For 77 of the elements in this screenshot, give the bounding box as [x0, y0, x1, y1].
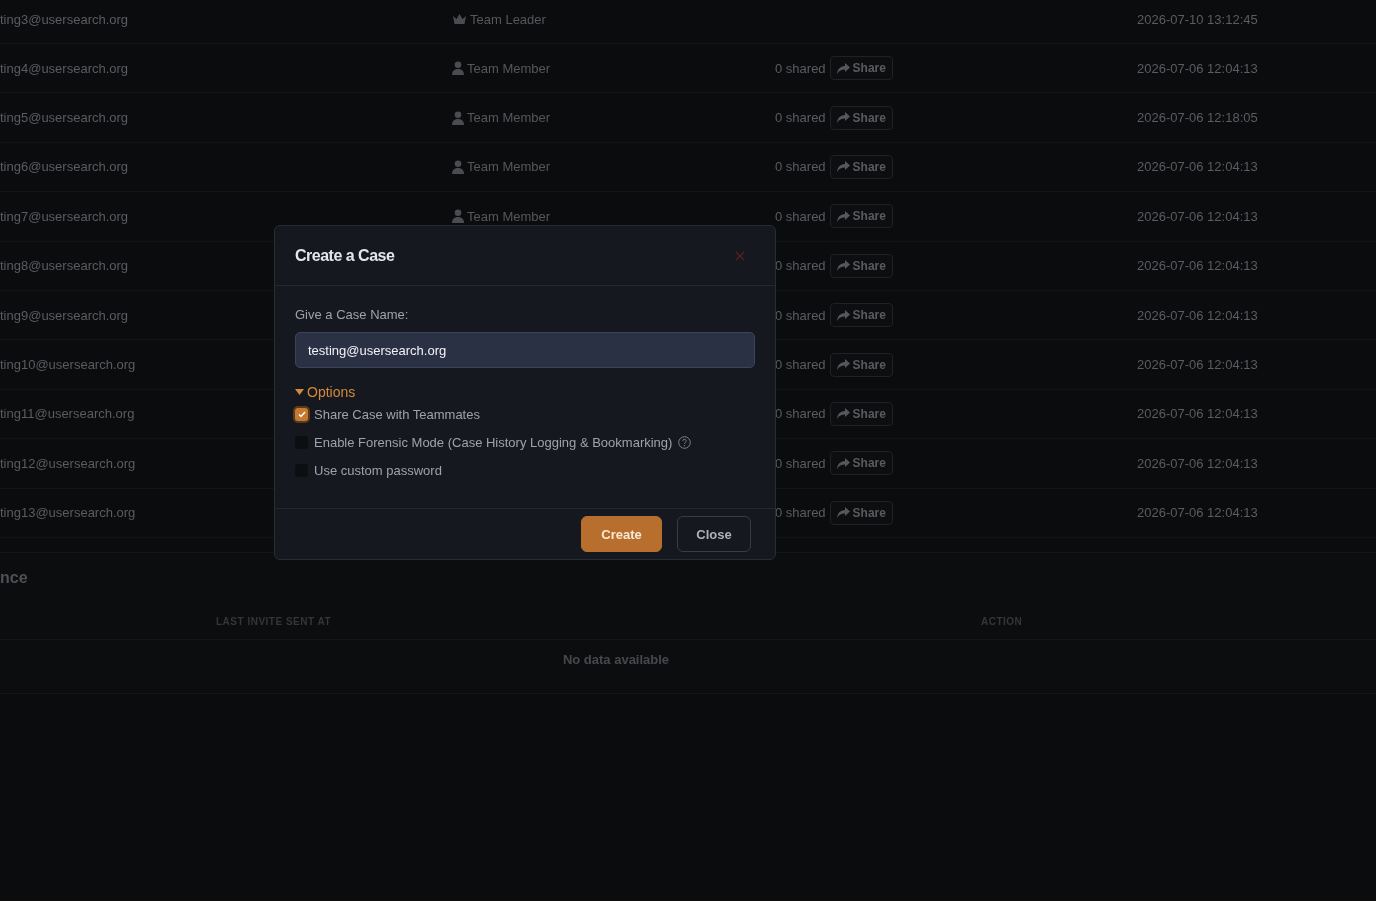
shared-count: 0 shared	[775, 110, 826, 126]
date-cell: 2026-07-06 12:04:13	[1137, 258, 1258, 274]
date-cell: 2026-07-06 12:04:13	[1137, 60, 1258, 76]
email-cell: ting10@usersearch.org	[0, 357, 136, 373]
create-button[interactable]: Create	[581, 516, 662, 552]
share-icon	[836, 408, 850, 420]
date-cell: 2026-07-06 12:04:13	[1137, 455, 1258, 471]
email-cell: ting7@usersearch.org	[0, 208, 129, 224]
email-cell: ting11@usersearch.org	[0, 406, 135, 422]
option-label: Use custom password	[314, 462, 442, 478]
date-cell: 2026-07-06 12:04:13	[1137, 208, 1258, 224]
shared-count: 0 shared	[775, 159, 826, 175]
share-button[interactable]: Share	[829, 105, 893, 130]
caret-icon	[295, 389, 304, 395]
case-name-field[interactable]: testing@usersearch.org	[295, 332, 755, 368]
share-icon	[836, 62, 850, 74]
date-cell: 2026-07-06 12:04:13	[1137, 505, 1258, 521]
options-toggle[interactable]: Options	[295, 384, 356, 400]
email-cell: ting3@usersearch.org	[0, 11, 129, 27]
share-button[interactable]: Share	[829, 352, 893, 377]
person-icon	[452, 159, 464, 174]
shared-count: 0 shared	[775, 60, 826, 76]
shared-count: 0 shared	[775, 307, 826, 323]
date-cell: 2026-07-06 12:18:05	[1137, 110, 1258, 126]
date-cell: 2026-07-06 12:04:13	[1137, 406, 1258, 422]
date-cell: 2026-07-06 12:04:13	[1137, 307, 1258, 323]
role-label: Team Member	[467, 159, 551, 175]
share-icon	[836, 309, 850, 321]
date-cell: 2026-07-10 13:12:45	[1137, 11, 1258, 27]
shared-count: 0 shared	[775, 505, 826, 521]
share-button[interactable]: Share	[829, 56, 893, 81]
shared-count: 0 shared	[775, 455, 826, 471]
person-icon	[452, 61, 464, 76]
share-button[interactable]: Share	[829, 303, 893, 328]
shared-count: 0 shared	[775, 406, 826, 422]
email-cell: ting6@usersearch.org	[0, 159, 129, 175]
share-button[interactable]: Share	[829, 401, 893, 426]
email-cell: ting8@usersearch.org	[0, 258, 129, 274]
close-button[interactable]: Close	[677, 516, 751, 552]
empty-message: No data available	[561, 650, 671, 669]
shared-count: 0 shared	[775, 208, 826, 224]
date-cell: 2026-07-06 12:04:13	[1137, 357, 1258, 373]
role-label: Team Leader	[470, 11, 546, 27]
role-label: Team Member	[467, 110, 551, 126]
share-icon	[836, 161, 850, 173]
close-icon[interactable]	[735, 250, 745, 261]
share-icon	[836, 112, 850, 124]
email-cell: ting12@usersearch.org	[0, 455, 136, 471]
share-icon	[836, 210, 850, 222]
share-button[interactable]: Share	[829, 451, 893, 476]
option-label: Share Case with Teammates	[314, 406, 480, 422]
shared-count: 0 shared	[775, 258, 826, 274]
crown-icon	[452, 13, 467, 25]
person-icon	[452, 209, 464, 224]
role-label: Team Member	[467, 208, 551, 224]
dialog-title: Create a Case	[295, 246, 395, 265]
checkbox[interactable]	[295, 407, 308, 421]
date-cell: 2026-07-06 12:04:13	[1137, 159, 1258, 175]
share-button[interactable]: Share	[829, 500, 893, 525]
share-icon	[836, 457, 850, 469]
share-button[interactable]: Share	[829, 154, 893, 179]
email-cell: ting4@usersearch.org	[0, 60, 129, 76]
option-label: Enable Forensic Mode (Case History Logging & Bookmarking)	[314, 434, 673, 450]
person-icon	[452, 110, 464, 125]
share-icon	[836, 507, 850, 519]
share-icon	[836, 260, 850, 272]
shared-count: 0 shared	[775, 357, 826, 373]
email-cell: ting5@usersearch.org	[0, 110, 129, 126]
share-button[interactable]: Share	[829, 204, 893, 229]
section-title: nce	[0, 567, 29, 588]
share-button[interactable]: Share	[829, 253, 893, 278]
email-cell: ting9@usersearch.org	[0, 307, 129, 323]
role-label: Team Member	[467, 60, 551, 76]
field-label: Give a Case Name:	[295, 307, 410, 322]
email-cell: ting13@usersearch.org	[0, 505, 136, 521]
help-icon[interactable]	[678, 435, 692, 449]
share-icon	[836, 359, 850, 371]
